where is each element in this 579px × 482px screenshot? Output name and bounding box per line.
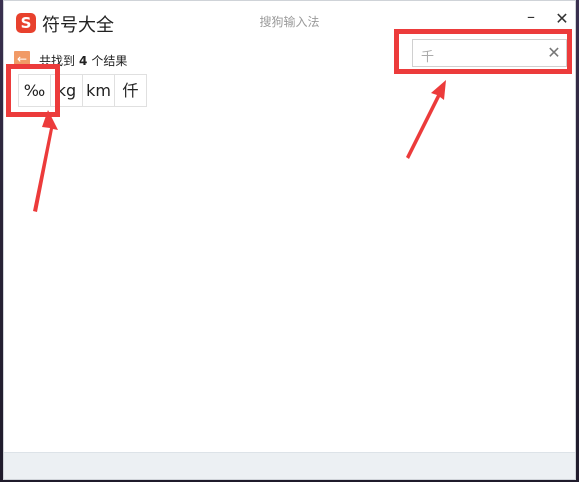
annotation-arrows [33, 80, 446, 212]
arrow-to-symbol [33, 110, 58, 212]
arrow-to-search [406, 80, 446, 159]
